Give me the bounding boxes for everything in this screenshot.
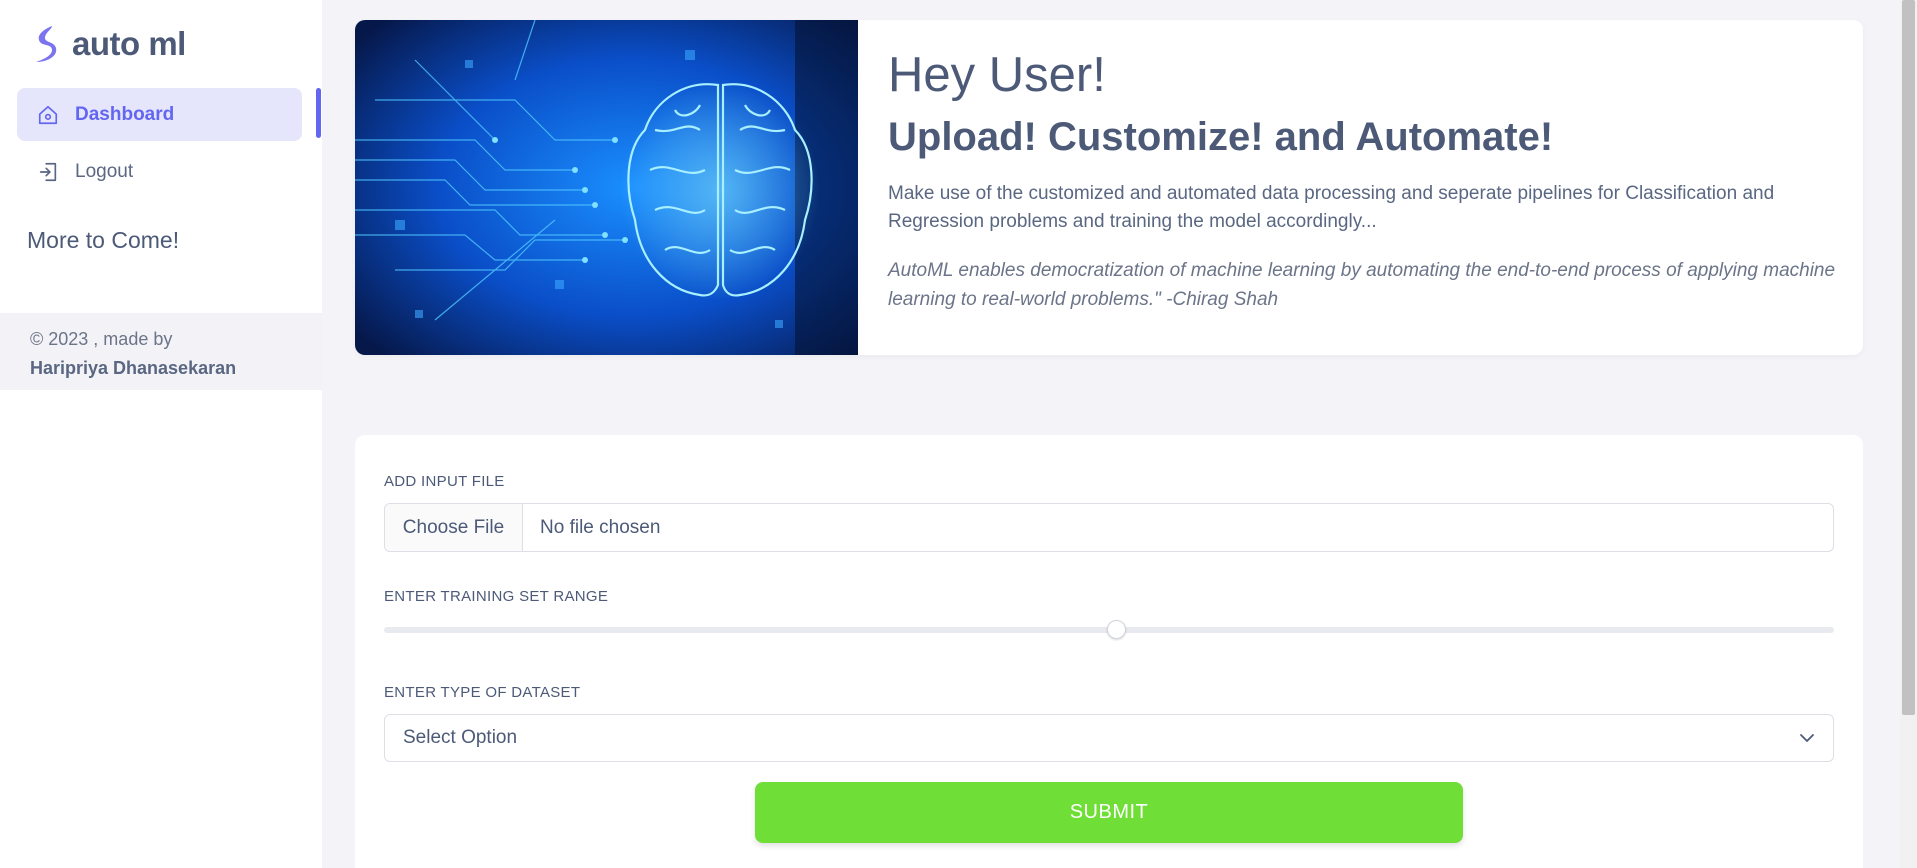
- sidebar: auto ml Dashboard Logout More to Come! ©…: [0, 0, 322, 868]
- training-range-slider[interactable]: [384, 620, 1834, 639]
- chevron-down-icon: [1800, 734, 1814, 742]
- hero-title: Hey User!: [888, 48, 1106, 102]
- brand[interactable]: auto ml: [32, 22, 186, 66]
- hero-body: Hey User! Upload! Customize! and Automat…: [888, 44, 1838, 314]
- file-input-label: ADD INPUT FILE: [384, 473, 505, 490]
- home-icon: [38, 105, 58, 124]
- submit-button[interactable]: SUBMIT: [755, 782, 1463, 843]
- brand-name: auto ml: [72, 25, 186, 62]
- range-label: ENTER TRAINING SET RANGE: [384, 588, 609, 605]
- active-indicator: [316, 88, 321, 138]
- choose-file-button[interactable]: Choose File: [385, 504, 523, 551]
- sidebar-footer: © 2023 , made by Haripriya Dhanasekaran: [0, 313, 322, 390]
- dataset-type-select[interactable]: Select Option: [384, 714, 1834, 762]
- footer-author: Haripriya Dhanasekaran: [30, 358, 237, 378]
- upload-form: ADD INPUT FILE Choose File No file chose…: [355, 435, 1863, 868]
- brand-logo-icon: [36, 26, 57, 62]
- hero-card: Hey User! Upload! Customize! and Automat…: [355, 20, 1863, 355]
- dataset-type-label: ENTER TYPE OF DATASET: [384, 684, 581, 701]
- sidebar-item-label: Dashboard: [75, 103, 175, 125]
- sidebar-item-logout[interactable]: Logout: [17, 145, 302, 198]
- file-input[interactable]: Choose File No file chosen: [384, 503, 1834, 552]
- logout-icon: [39, 162, 57, 181]
- more-to-come: More to Come!: [27, 227, 180, 253]
- sidebar-item-label: Logout: [75, 160, 134, 182]
- page-scrollbar[interactable]: [1900, 0, 1917, 868]
- slider-thumb[interactable]: [1107, 620, 1127, 639]
- hero-quote: AutoML enables democratization of machin…: [888, 260, 1836, 310]
- sidebar-item-dashboard[interactable]: Dashboard: [17, 88, 302, 141]
- select-value: Select Option: [403, 727, 518, 748]
- footer-text: © 2023 , made by: [30, 329, 173, 349]
- brain-circuit-image: [355, 20, 858, 355]
- scrollbar-thumb[interactable]: [1902, 0, 1915, 715]
- file-status: No file chosen: [540, 516, 661, 538]
- hero-description: Make use of the customized and automated…: [888, 183, 1775, 232]
- hero-subtitle: Upload! Customize! and Automate!: [888, 115, 1554, 159]
